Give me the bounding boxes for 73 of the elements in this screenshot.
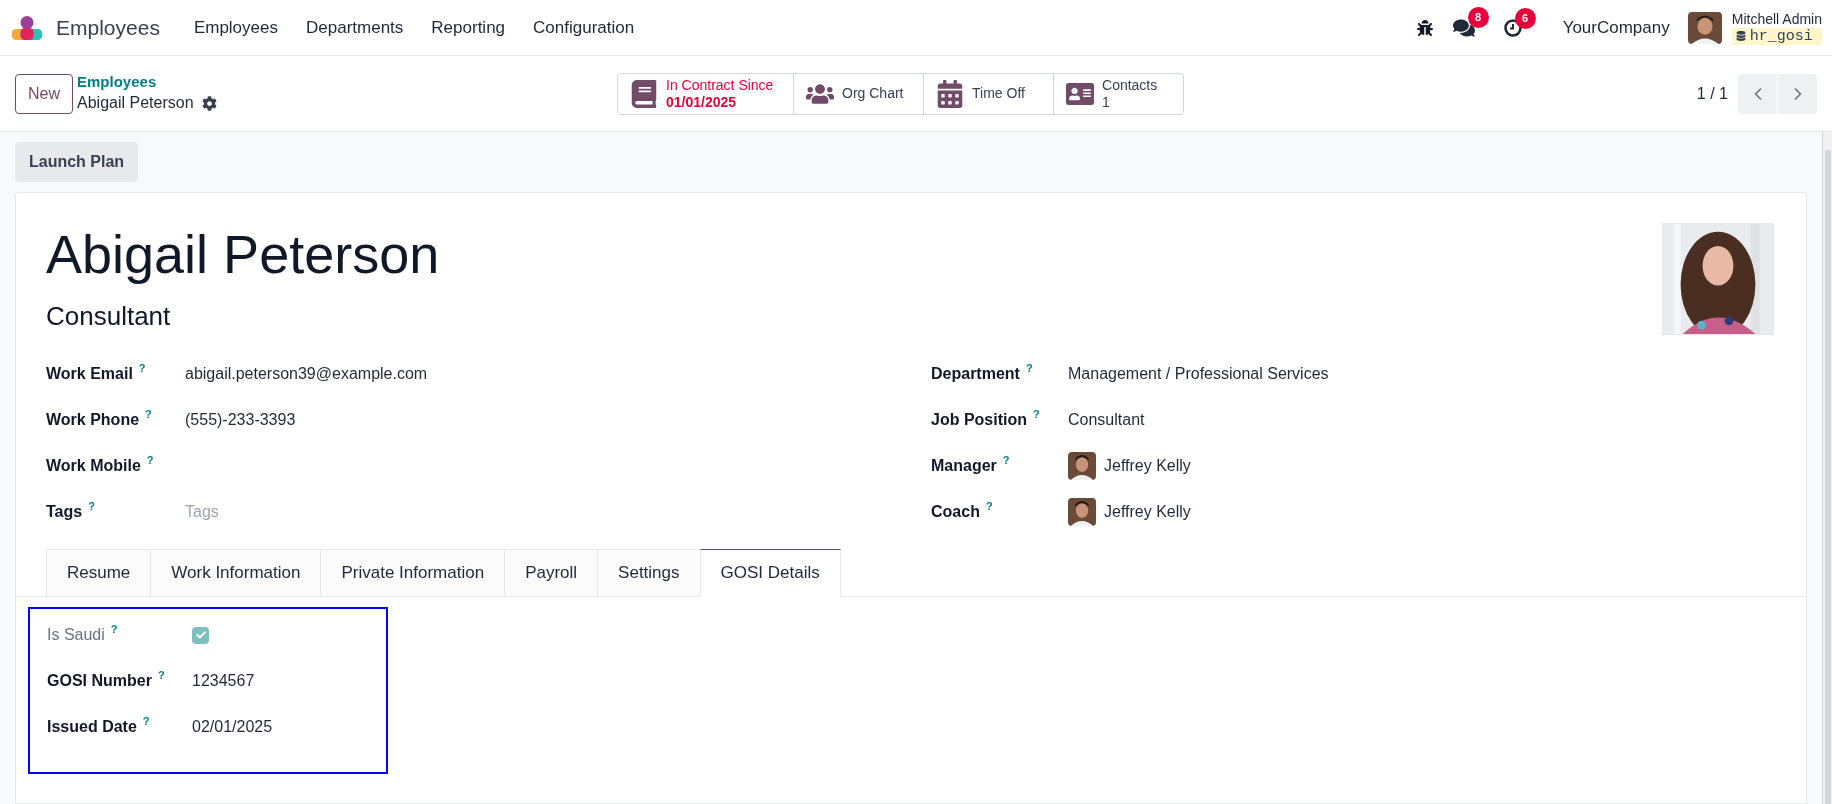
field-label: Work Phone: [46, 410, 140, 430]
field-label: Tags: [46, 502, 83, 522]
help-tooltip[interactable]: ?: [1025, 362, 1033, 374]
menu-item[interactable]: Employees: [179, 14, 292, 41]
company-name[interactable]: YourCompany: [1562, 14, 1670, 41]
user-name[interactable]: Mitchell Admin: [1731, 10, 1822, 28]
smart-button[interactable]: Org Chart: [793, 73, 923, 114]
help-tooltip[interactable]: ?: [145, 408, 152, 420]
checkbox[interactable]: [192, 626, 209, 644]
help-tooltip[interactable]: ?: [1033, 408, 1040, 420]
check-icon: [195, 630, 206, 640]
field-label: Work Email: [46, 364, 133, 384]
employee-name: Abigail Peterson: [46, 223, 441, 285]
tab[interactable]: Payroll: [504, 549, 599, 597]
tab[interactable]: Work Information: [150, 549, 322, 597]
smart-button-label: In Contract Since: [666, 76, 774, 94]
field-label: GOSI Number: [47, 671, 152, 691]
help-tooltip[interactable]: ?: [985, 500, 993, 512]
smart-button-label: Time Off: [972, 85, 1025, 102]
field-label: Manager: [931, 456, 997, 476]
field-value: (555)-233-3393: [185, 410, 296, 430]
smart-button[interactable]: In Contract Since 01/01/2025: [618, 73, 793, 114]
smart-button-label: Contacts: [1102, 76, 1158, 94]
tab[interactable]: Settings: [597, 549, 701, 597]
help-tooltip[interactable]: ?: [157, 669, 165, 681]
help-tooltip[interactable]: ?: [110, 623, 118, 635]
person-name[interactable]: Jeffrey Kelly: [1104, 500, 1191, 524]
pager-value: 1 / 1: [1696, 83, 1728, 104]
smart-button[interactable]: Contacts 1: [1053, 73, 1183, 114]
smart-button-value: 1: [1102, 93, 1110, 111]
database-name: hr_gosi: [1749, 27, 1813, 45]
smart-button-value: 01/01/2025: [666, 93, 737, 111]
tab[interactable]: Private Information: [320, 549, 506, 597]
field-label: Job Position: [931, 410, 1027, 430]
menu-item[interactable]: Reporting: [417, 14, 520, 41]
person-name[interactable]: Jeffrey Kelly: [1104, 454, 1191, 478]
smart-button[interactable]: Time Off: [923, 73, 1053, 114]
clock-icon[interactable]: [1502, 17, 1523, 38]
notification-badge: 8: [1467, 6, 1489, 28]
menu-item[interactable]: Configuration: [519, 14, 649, 41]
record-title: Abigail Peterson: [77, 93, 194, 113]
help-tooltip[interactable]: ?: [142, 715, 150, 727]
settings-icon[interactable]: [201, 95, 217, 111]
app-logo-icon[interactable]: [10, 14, 44, 41]
calendar-icon: [936, 79, 964, 108]
launch-plan-button[interactable]: Launch Plan: [15, 142, 139, 182]
app-name[interactable]: Employees: [56, 11, 160, 44]
field-label: Is Saudi: [47, 625, 105, 645]
book-icon: [630, 79, 658, 108]
tab[interactable]: Resume: [46, 549, 152, 597]
field-value: Consultant: [1068, 410, 1145, 430]
field-value: abigail.peterson39@example.com: [185, 364, 428, 384]
help-tooltip[interactable]: ?: [1002, 454, 1010, 466]
field-label: Issued Date: [47, 717, 137, 737]
field-label: Work Mobile: [46, 456, 141, 476]
tags-field[interactable]: Tags: [185, 500, 485, 524]
smart-button-label: Org Chart: [842, 85, 904, 102]
database-icon: [1735, 31, 1746, 41]
field-value: 02/01/2025: [192, 717, 273, 737]
field-label: Department: [931, 364, 1020, 384]
help-tooltip[interactable]: ?: [88, 500, 95, 512]
help-tooltip[interactable]: ?: [138, 362, 146, 374]
field-value: 1234567: [192, 671, 255, 691]
field-value: Management / Professional Services: [1068, 364, 1329, 384]
help-tooltip[interactable]: ?: [146, 454, 154, 466]
field-label: Coach: [931, 502, 980, 522]
new-button[interactable]: New: [15, 73, 73, 114]
bug-icon[interactable]: [1416, 19, 1433, 36]
job-title: Consultant: [46, 300, 172, 333]
notification-badge: 6: [1514, 7, 1536, 29]
menu-item[interactable]: Departments: [292, 14, 418, 41]
tab[interactable]: GOSI Details: [699, 549, 841, 597]
breadcrumb-link[interactable]: Employees: [77, 72, 617, 91]
